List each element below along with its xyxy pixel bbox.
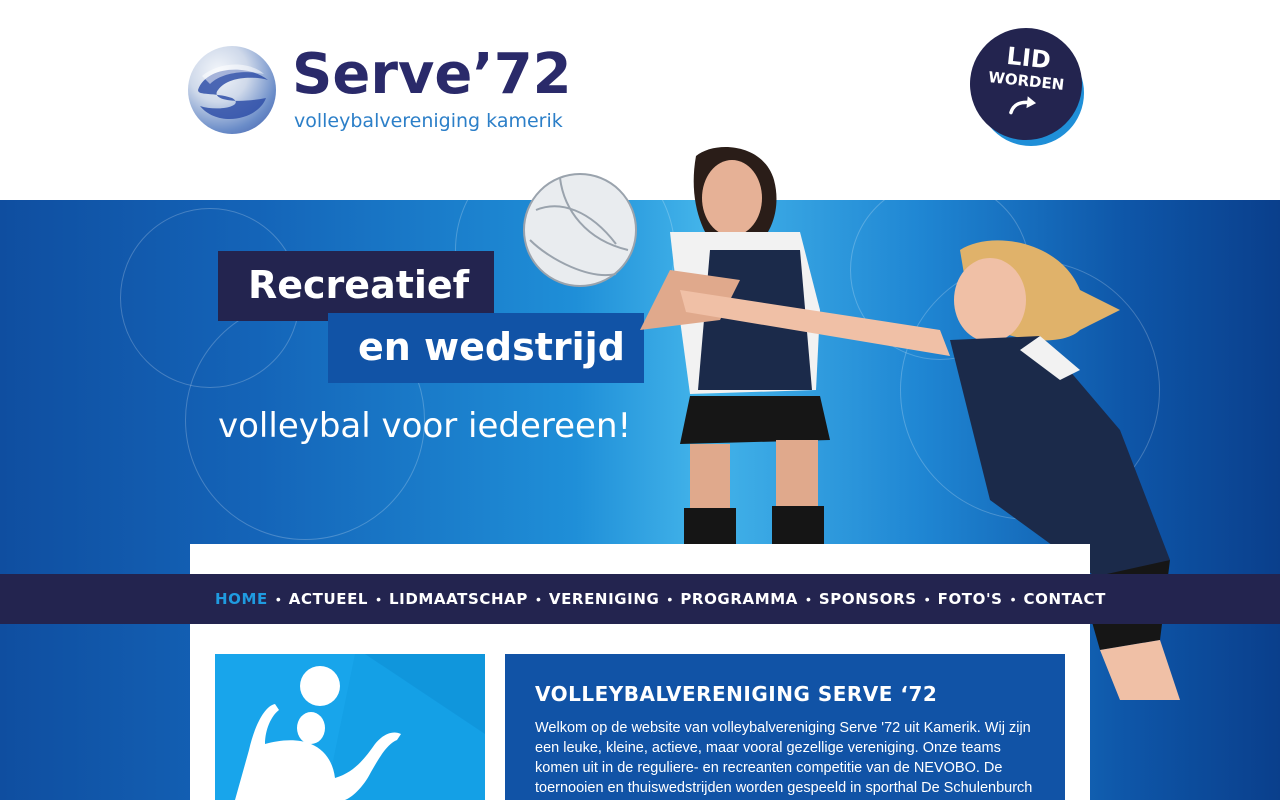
nav-menu: HOME • ACTUEEL • LIDMAATSCHAP • VERENIGING • PRO… bbox=[215, 574, 1106, 624]
logo-subtitle: volleybalvereniging kamerik bbox=[294, 110, 563, 132]
site-logo[interactable]: Serve’72 volleybalvereniging kamerik bbox=[188, 42, 608, 144]
hero-tag-recreatief: Recreatief bbox=[218, 251, 494, 321]
volleyball-silhouette-image bbox=[215, 654, 485, 800]
hero-tag-line-1: Recreatief bbox=[248, 263, 470, 307]
nav-item-lidmaatschap[interactable]: LIDMAATSCHAP bbox=[389, 590, 528, 608]
nav-separator: • bbox=[805, 591, 811, 607]
curved-arrow-icon bbox=[1009, 96, 1037, 115]
nav-item-home[interactable]: HOME bbox=[215, 590, 268, 608]
logo-title: Serve’72 bbox=[292, 42, 572, 107]
intro-title: VOLLEYBALVERENIGING SERVE ‘72 bbox=[535, 682, 938, 706]
nav-item-vereniging[interactable]: VERENIGING bbox=[549, 590, 660, 608]
volleyball-logo-icon bbox=[188, 46, 276, 134]
nav-separator: • bbox=[535, 591, 541, 607]
nav-separator: • bbox=[376, 591, 381, 607]
main-nav: HOME • ACTUEEL • LIDMAATSCHAP • VERENIGING • PRO… bbox=[0, 574, 1280, 624]
nav-item-sponsors[interactable]: SPONSORS bbox=[819, 590, 917, 608]
volleyball-icon bbox=[523, 173, 637, 287]
intro-text: Welkom op de website van volleybalvereni… bbox=[535, 720, 1033, 796]
become-member-button[interactable]: LID WORDEN bbox=[964, 22, 1088, 150]
intro-section: VOLLEYBALVERENIGING SERVE ‘72 Welkom op … bbox=[505, 654, 1065, 800]
nav-separator: • bbox=[667, 591, 673, 607]
nav-separator: • bbox=[275, 591, 281, 607]
nav-separator: • bbox=[1010, 591, 1016, 607]
nav-item-actueel[interactable]: ACTUEEL bbox=[289, 590, 368, 608]
nav-item-contact[interactable]: CONTACT bbox=[1023, 590, 1105, 608]
nav-separator: • bbox=[924, 591, 930, 607]
nav-item-foto-s[interactable]: FOTO'S bbox=[938, 590, 1003, 608]
nav-item-programma[interactable]: PROGRAMMA bbox=[680, 590, 798, 608]
player-back bbox=[640, 147, 830, 584]
